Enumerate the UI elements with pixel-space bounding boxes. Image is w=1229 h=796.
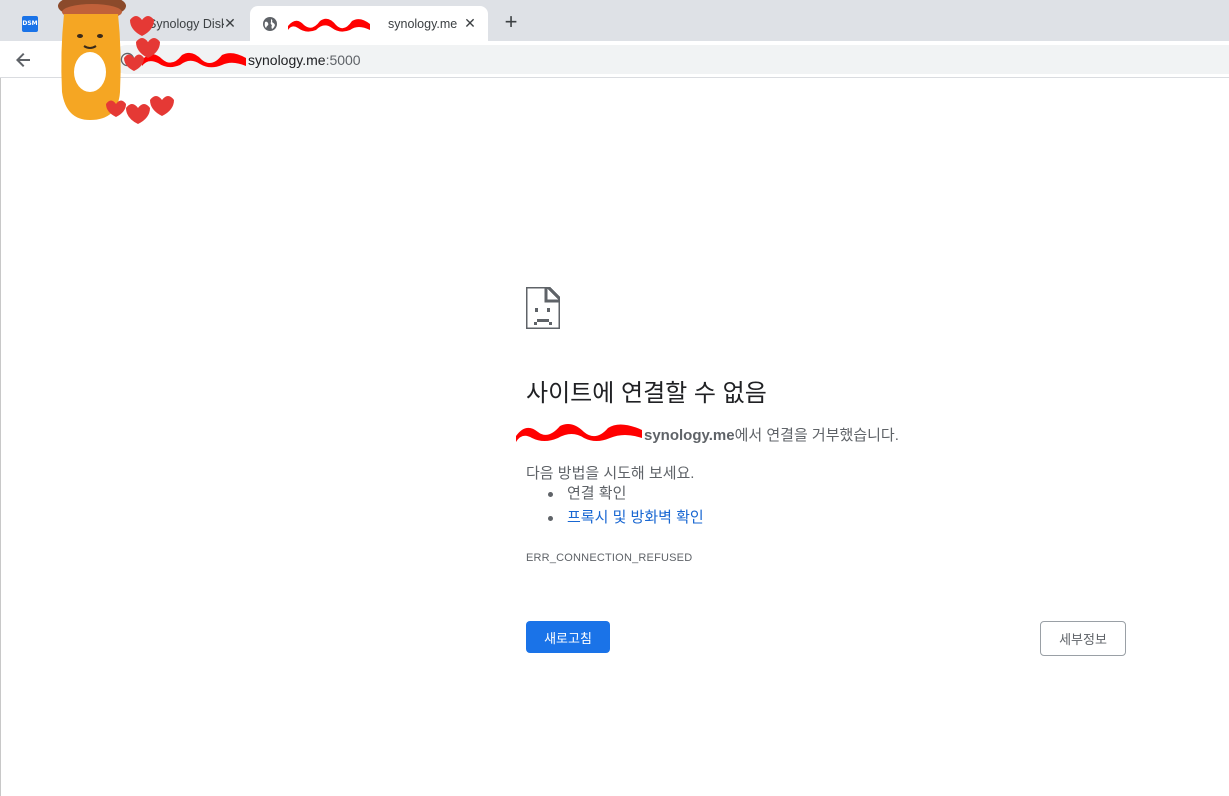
error-message: synology.me에서 연결을 거부했습니다.: [526, 424, 899, 445]
try-text: 다음 방법을 시도해 보세요.: [526, 465, 695, 482]
error-host: synology.me: [644, 427, 735, 444]
details-button[interactable]: 세부정보: [1040, 621, 1126, 656]
dsm-icon: DSM: [22, 15, 38, 32]
close-icon[interactable]: ✕: [222, 15, 238, 31]
error-message-text: 에서 연결을 거부했습니다.: [734, 427, 899, 444]
suggestion-check-proxy-firewall[interactable]: 프록시 및 방화벽 확인: [548, 509, 704, 533]
redaction-mark: [288, 18, 370, 32]
suggestion-list: 연결 확인 프록시 및 방화벽 확인: [548, 485, 704, 533]
error-code: ERR_CONNECTION_REFUSED: [526, 552, 693, 564]
tab-title: synology.me: [388, 16, 458, 31]
character-sticker-icon: [58, 0, 174, 124]
sad-document-icon: [526, 287, 560, 329]
back-arrow-icon[interactable]: [12, 49, 34, 71]
url-text: synology.me:5000: [248, 52, 361, 68]
suggestion-check-connection: 연결 확인: [548, 485, 704, 509]
error-title: 사이트에 연결할 수 없음: [526, 380, 767, 407]
address-bar[interactable]: synology.me:5000: [112, 45, 1229, 74]
globe-icon: [263, 16, 277, 31]
reload-button[interactable]: 새로고침: [526, 621, 610, 653]
new-tab-button[interactable]: +: [500, 11, 522, 34]
close-icon[interactable]: ✕: [462, 15, 478, 31]
window-edge: [0, 78, 1, 796]
